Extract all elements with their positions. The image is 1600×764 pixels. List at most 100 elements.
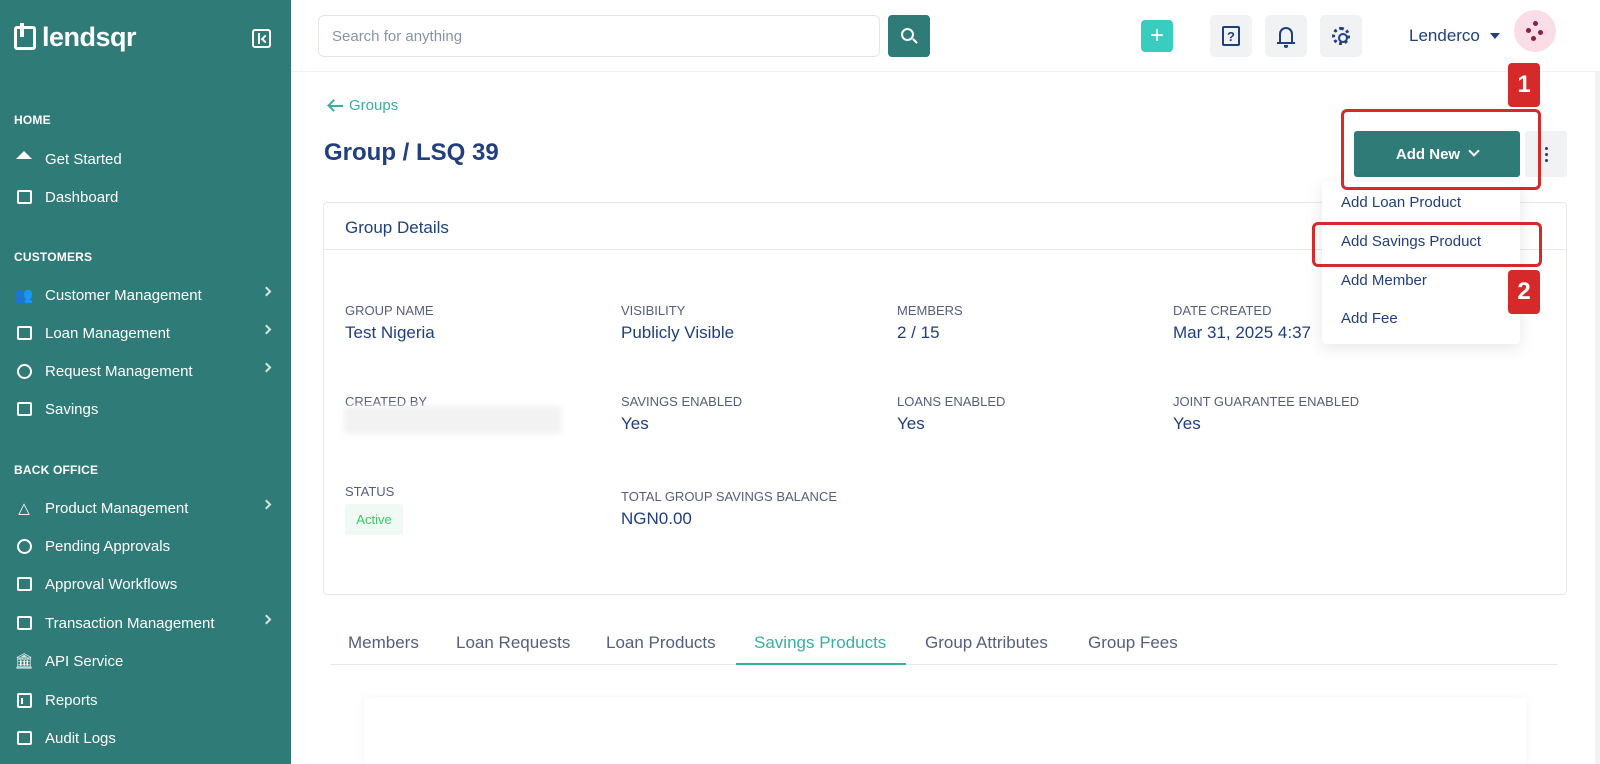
tab-loan-requests[interactable]: Loan Requests bbox=[456, 633, 570, 653]
search-input[interactable] bbox=[318, 15, 880, 57]
sidebar-item-label: Loan Management bbox=[45, 324, 171, 342]
group-tabs: Members Loan Requests Loan Products Savi… bbox=[330, 620, 1558, 665]
caret-down-icon[interactable] bbox=[1490, 33, 1500, 39]
date-created-label: DATE CREATED bbox=[1173, 303, 1272, 318]
chart-icon bbox=[14, 690, 34, 710]
total-savings-label: TOTAL GROUP SAVINGS BALANCE bbox=[621, 489, 838, 504]
tab-loan-products[interactable]: Loan Products bbox=[606, 633, 716, 653]
sidebar-item-label: Customer Management bbox=[45, 286, 202, 304]
notifications-button[interactable] bbox=[1265, 15, 1307, 57]
kebab-icon bbox=[1544, 146, 1548, 150]
bell-icon bbox=[1277, 26, 1295, 48]
clock-icon bbox=[14, 536, 34, 556]
joint-guarantee-value: Yes bbox=[1173, 414, 1201, 433]
chevron-right-icon bbox=[261, 614, 272, 625]
menu-item-add-fee[interactable]: Add Fee bbox=[1341, 310, 1398, 327]
quick-add-button[interactable]: + bbox=[1141, 20, 1173, 52]
sidebar-item-request-management[interactable]: Request Management bbox=[14, 356, 276, 386]
sidebar-item-transaction-management[interactable]: Transaction Management bbox=[14, 608, 276, 638]
brand-logo[interactable]: lendsqr bbox=[14, 22, 137, 53]
users-icon: 👥 bbox=[14, 287, 34, 304]
annotation-highlight-add-savings-product bbox=[1312, 222, 1542, 267]
savings-enabled-label: SAVINGS ENABLED bbox=[621, 394, 743, 409]
request-icon bbox=[14, 361, 34, 381]
sidebar-item-product-management[interactable]: △ Product Management bbox=[14, 493, 276, 523]
sidebar-item-label: Approval Workflows bbox=[45, 575, 178, 593]
sidebar-item-label: Savings bbox=[45, 400, 99, 418]
user-menu-name[interactable]: Lenderco bbox=[1409, 26, 1480, 46]
sidebar-item-api-service[interactable]: 🏛 API Service bbox=[14, 646, 276, 676]
section-title-customers: CUSTOMERS bbox=[14, 250, 93, 264]
sidebar-item-customer-management[interactable]: 👥 Customer Management bbox=[14, 280, 276, 310]
sidebar-item-label: Product Management bbox=[45, 499, 189, 517]
loans-enabled-label: LOANS ENABLED bbox=[897, 394, 1006, 409]
sidebar-item-savings[interactable]: Savings bbox=[14, 394, 276, 424]
scrollbar[interactable] bbox=[1595, 72, 1600, 764]
collapse-sidebar-icon[interactable] bbox=[252, 29, 271, 48]
settings-button[interactable] bbox=[1320, 15, 1362, 57]
sidebar-item-label: Request Management bbox=[45, 362, 193, 380]
briefcase-icon bbox=[14, 399, 34, 419]
loans-enabled-value: Yes bbox=[897, 414, 925, 433]
sidebar-item-label: Transaction Management bbox=[45, 614, 215, 632]
brand-name: lendsqr bbox=[42, 22, 137, 52]
annotation-badge-1: 1 bbox=[1508, 63, 1540, 107]
sidebar-item-pending-approvals[interactable]: Pending Approvals bbox=[14, 531, 276, 561]
tab-members[interactable]: Members bbox=[348, 633, 419, 653]
help-button[interactable]: ? bbox=[1210, 15, 1252, 57]
sidebar-item-get-started[interactable]: Get Started bbox=[14, 144, 276, 174]
clipboard-search-icon bbox=[14, 728, 34, 748]
savings-enabled-value: Yes bbox=[621, 414, 649, 433]
sidebar-item-dashboard[interactable]: Dashboard bbox=[14, 182, 276, 212]
members-value: 2 / 15 bbox=[897, 323, 940, 342]
group-name-value: Test Nigeria bbox=[345, 323, 435, 342]
sidebar-item-label: Pending Approvals bbox=[45, 537, 171, 555]
status-badge: Active bbox=[345, 504, 403, 535]
sidebar-item-audit-logs[interactable]: Audit Logs bbox=[14, 723, 276, 753]
savings-products-panel bbox=[364, 698, 1526, 764]
sidebar-item-label: Get Started bbox=[45, 150, 122, 168]
bank-icon bbox=[14, 323, 34, 343]
section-title-home: HOME bbox=[14, 113, 51, 127]
visibility-value: Publicly Visible bbox=[621, 323, 735, 342]
sidebar-item-approval-workflows[interactable]: Approval Workflows bbox=[14, 569, 276, 599]
date-created-value: Mar 31, 2025 4:37 bbox=[1173, 323, 1311, 342]
search-button[interactable] bbox=[888, 15, 930, 57]
sidebar-item-label: API Service bbox=[45, 652, 124, 670]
plus-icon: + bbox=[1149, 22, 1164, 49]
sidebar: lendsqr HOME Get Started Dashboard CUSTO… bbox=[0, 0, 291, 764]
tab-savings-products[interactable]: Savings Products bbox=[754, 633, 886, 653]
tab-group-fees[interactable]: Group Fees bbox=[1088, 633, 1178, 653]
total-savings-value: NGN0.00 bbox=[621, 509, 692, 528]
annotation-badge-2: 2 bbox=[1508, 270, 1540, 314]
section-title-back-office: BACK OFFICE bbox=[14, 463, 99, 477]
chevron-right-icon bbox=[261, 286, 272, 297]
shapes-icon: △ bbox=[18, 500, 30, 517]
created-by-redacted bbox=[344, 406, 562, 434]
back-to-groups-link[interactable]: Groups bbox=[329, 97, 398, 114]
sidebar-item-loan-management[interactable]: Loan Management bbox=[14, 318, 276, 348]
sidebar-item-reports[interactable]: Reports bbox=[14, 685, 276, 715]
annotation-highlight-add-new bbox=[1341, 109, 1541, 190]
sidebar-item-label: Reports bbox=[45, 691, 98, 709]
menu-item-add-member[interactable]: Add Member bbox=[1341, 272, 1427, 289]
dashboard-icon bbox=[14, 187, 34, 207]
card-title: Group Details bbox=[345, 218, 449, 237]
building-icon: 🏛 bbox=[14, 653, 34, 670]
group-name-label: GROUP NAME bbox=[345, 303, 434, 318]
back-link-label: Groups bbox=[349, 97, 399, 114]
page-title: Group / LSQ 39 bbox=[324, 139, 499, 166]
tab-group-attributes[interactable]: Group Attributes bbox=[925, 633, 1048, 653]
home-icon bbox=[14, 149, 34, 169]
active-tab-indicator bbox=[736, 663, 906, 665]
members-label: MEMBERS bbox=[897, 303, 963, 318]
avatar[interactable] bbox=[1514, 10, 1556, 52]
menu-item-add-loan-product[interactable]: Add Loan Product bbox=[1341, 194, 1461, 211]
chevron-right-icon bbox=[261, 324, 272, 335]
help-icon: ? bbox=[1222, 26, 1240, 46]
status-label: STATUS bbox=[345, 484, 395, 499]
transaction-icon bbox=[14, 613, 34, 633]
search-icon bbox=[900, 27, 914, 41]
gear-icon bbox=[1332, 27, 1350, 45]
arrow-left-icon bbox=[329, 104, 343, 107]
